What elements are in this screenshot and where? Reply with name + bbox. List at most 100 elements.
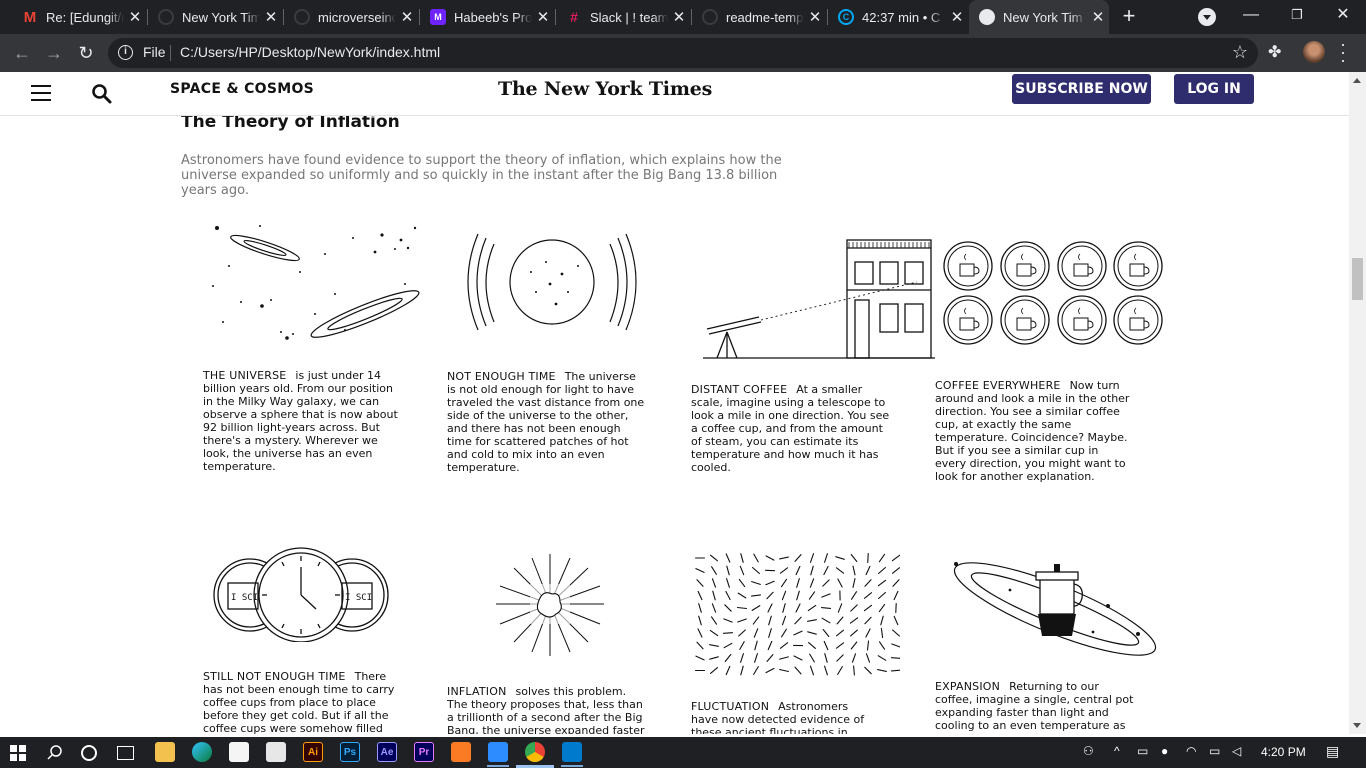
minimize-button[interactable]: ― — [1228, 0, 1274, 32]
notifications-icon[interactable]: ▤ — [1326, 743, 1339, 760]
windows-start-icon[interactable] — [10, 745, 26, 761]
close-icon[interactable]: ✕ — [260, 8, 282, 26]
page-viewport: SPACE & COSMOS The New York Times SUBSCR… — [0, 72, 1349, 734]
panel-label: NOT ENOUGH TIME — [447, 370, 556, 383]
panel-label: INFLATION — [447, 685, 507, 698]
close-icon[interactable]: ✕ — [804, 8, 826, 26]
panel-label: COFFEE EVERYWHERE — [935, 379, 1061, 392]
panel-label: EXPANSION — [935, 680, 1001, 693]
tab-title: Re: [Edungit/r — [46, 9, 124, 25]
close-icon[interactable]: ✕ — [532, 8, 554, 26]
task-view-icon[interactable] — [117, 746, 134, 760]
hamburger-menu-icon[interactable] — [31, 85, 51, 101]
search-icon[interactable] — [91, 83, 113, 105]
xampp-icon[interactable] — [451, 742, 471, 762]
panel-body: At a smaller scale, imagine using a tele… — [691, 383, 890, 474]
close-icon[interactable]: ✕ — [1087, 8, 1109, 26]
tab-title: New York Tim — [182, 9, 260, 25]
bookmark-star-icon[interactable]: ☆ — [1232, 42, 1248, 63]
after-effects-icon[interactable]: Ae — [377, 742, 397, 762]
scroll-thumb[interactable] — [1352, 258, 1363, 300]
panel-caption: THE UNIVERSE is just under 14 billion yea… — [203, 369, 403, 473]
tab-search-icon[interactable] — [1198, 8, 1216, 26]
coffee-pot-orbit-illustration — [953, 562, 1157, 656]
subscribe-button[interactable]: SUBSCRIBE NOW — [1012, 74, 1151, 104]
close-icon[interactable]: ✕ — [396, 8, 418, 26]
panel-body: The universe is not old enough for light… — [447, 370, 645, 474]
github-icon — [702, 9, 718, 25]
premiere-icon[interactable]: Pr — [414, 742, 434, 762]
edge-icon[interactable] — [192, 742, 212, 762]
page-scrollbar[interactable] — [1349, 72, 1366, 734]
browser-tab[interactable]: readme-temp ✕ — [692, 0, 826, 34]
photoshop-icon[interactable]: Ps — [340, 742, 360, 762]
github-icon — [294, 9, 310, 25]
vscode-icon[interactable] — [562, 742, 582, 762]
panel-caption: COFFEE EVERYWHERE Now turn around and loo… — [935, 379, 1130, 483]
mail-icon[interactable] — [266, 742, 286, 762]
tray-chevron-icon[interactable]: ^ — [1114, 744, 1120, 758]
battery-icon[interactable]: ▭ — [1209, 744, 1220, 758]
microphone-icon[interactable]: ● — [1161, 744, 1168, 758]
article-lede: Astronomers have found evidence to suppo… — [181, 153, 782, 198]
section-name[interactable]: SPACE & COSMOS — [170, 81, 314, 97]
zoom-icon[interactable] — [488, 742, 508, 762]
file-explorer-icon[interactable] — [155, 742, 175, 762]
browser-tab[interactable]: New York Tim ✕ — [148, 0, 282, 34]
address-bar[interactable]: i File C:/Users/HP/Desktop/NewYork/index… — [108, 38, 1258, 68]
login-button[interactable]: LOG IN — [1174, 74, 1254, 104]
browser-tabstrip: M Re: [Edungit/r ✕ New York Tim ✕ microv… — [0, 0, 1366, 34]
tab-title: New York Tim — [1003, 9, 1083, 25]
tab-title: 42:37 min • C — [862, 9, 941, 25]
restore-button[interactable]: ❐ — [1274, 0, 1320, 32]
address-url[interactable]: C:/Users/HP/Desktop/NewYork/index.html — [180, 44, 440, 60]
reload-icon[interactable]: ↻ — [72, 39, 100, 67]
browser-tab[interactable]: M Re: [Edungit/r ✕ — [12, 0, 146, 34]
new-tab-button[interactable]: + — [1116, 4, 1142, 30]
site-header: SPACE & COSMOS The New York Times SUBSCR… — [0, 72, 1349, 116]
coffee-cups-grid-illustration — [943, 241, 1163, 345]
address-scheme: File — [143, 44, 166, 60]
scroll-down-icon[interactable] — [1353, 723, 1361, 728]
forward-arrow-icon[interactable]: → — [40, 39, 68, 67]
cortana-icon[interactable] — [81, 745, 97, 761]
clock[interactable]: 4:20 PM — [1261, 745, 1306, 759]
panel-label: DISTANT COFFEE — [691, 383, 788, 396]
chrome-icon[interactable] — [525, 742, 545, 762]
panel-label: THE UNIVERSE — [203, 369, 287, 382]
meet-now-icon[interactable]: ▭ — [1137, 744, 1148, 758]
close-icon[interactable]: ✕ — [124, 8, 146, 26]
people-icon[interactable]: ⚇ — [1083, 744, 1094, 758]
search-icon[interactable] — [46, 744, 64, 762]
tab-title: microverseinc — [318, 9, 396, 25]
browser-tab[interactable]: # Slack | ! team ✕ — [556, 0, 690, 34]
browser-tab[interactable]: M Habeeb's Proj ✕ — [420, 0, 554, 34]
burst-illustration — [496, 554, 604, 656]
more-menu-icon[interactable]: · · · — [1340, 35, 1346, 69]
close-icon[interactable]: ✕ — [668, 8, 690, 26]
browser-tab[interactable]: microverseinc ✕ — [284, 0, 418, 34]
browser-tab[interactable]: C 42:37 min • C ✕ — [828, 0, 968, 34]
volume-icon[interactable]: ◁ — [1232, 744, 1241, 758]
wifi-icon[interactable]: ◠ — [1186, 744, 1196, 758]
info-icon[interactable]: i — [118, 45, 133, 60]
close-icon[interactable]: ✕ — [946, 8, 968, 26]
microverse-icon: M — [430, 9, 446, 25]
back-arrow-icon[interactable]: ← — [8, 39, 36, 67]
panel-label: STILL NOT ENOUGH TIME — [203, 670, 346, 683]
mug-label: I SCI — [345, 593, 372, 603]
window-close-button[interactable]: ✕ — [1320, 0, 1366, 32]
illustrator-icon[interactable]: Ai — [303, 742, 323, 762]
scroll-up-icon[interactable] — [1353, 78, 1361, 83]
browser-tab-active[interactable]: New York Tim ✕ — [969, 0, 1109, 34]
tab-title: Habeeb's Proj — [454, 9, 532, 25]
profile-avatar[interactable] — [1303, 41, 1325, 63]
panel-label: FLUCTUATION — [691, 700, 770, 713]
panel-body: is just under 14 billion years old. From… — [203, 369, 398, 473]
clock-mugs-illustration: I SCI I SCI — [213, 547, 389, 642]
extensions-puzzle-icon[interactable]: ✤ — [1268, 42, 1281, 62]
panel-caption: EXPANSION Returning to our coffee, imagin… — [935, 680, 1135, 734]
nyt-logo[interactable]: The New York Times — [498, 78, 712, 100]
tab-title: readme-temp — [726, 9, 804, 25]
store-icon[interactable] — [229, 742, 249, 762]
